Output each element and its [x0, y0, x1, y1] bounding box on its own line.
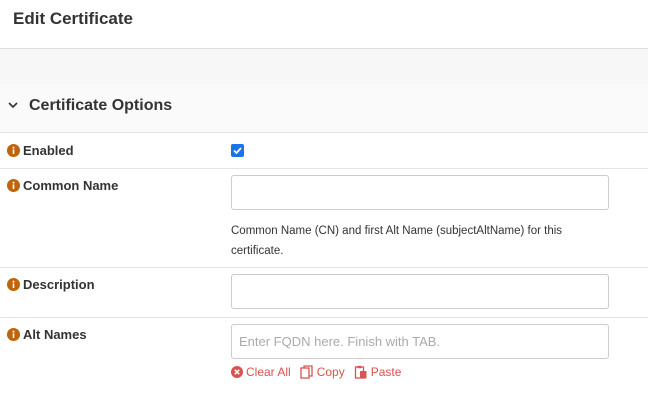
- copy-button[interactable]: Copy: [300, 365, 345, 379]
- row-description: Description: [0, 268, 648, 318]
- info-icon[interactable]: [7, 278, 20, 291]
- row-enabled: Enabled: [0, 133, 648, 169]
- description-input[interactable]: [231, 274, 609, 309]
- copy-icon: [300, 365, 313, 379]
- row-common-name: Common Name Common Name (CN) and first A…: [0, 169, 648, 268]
- common-name-label-group: Common Name: [7, 178, 118, 193]
- common-name-label: Common Name: [23, 178, 119, 193]
- alt-names-label-group: Alt Names: [7, 327, 87, 342]
- chevron-down-icon[interactable]: [6, 98, 20, 112]
- alt-names-actions: Clear All Copy Paste: [231, 365, 410, 379]
- paste-label: Paste: [370, 365, 402, 379]
- section-certificate-options[interactable]: Certificate Options: [0, 84, 648, 133]
- enabled-label-group: Enabled: [7, 143, 74, 158]
- paste-icon: [354, 365, 367, 379]
- enabled-label: Enabled: [23, 143, 74, 158]
- paste-button[interactable]: Paste: [354, 365, 402, 379]
- copy-label: Copy: [316, 365, 345, 379]
- common-name-help: Common Name (CN) and first Alt Name (sub…: [231, 225, 563, 257]
- enabled-checkbox[interactable]: [231, 144, 244, 157]
- section-title: Certificate Options: [29, 97, 173, 114]
- alt-names-input[interactable]: [231, 324, 609, 359]
- clear-icon: [231, 366, 243, 378]
- spacer-band: [0, 49, 648, 84]
- common-name-input[interactable]: [231, 175, 609, 210]
- clear-all-label: Clear All: [246, 365, 291, 379]
- row-alt-names: Alt Names Clear All Copy Paste: [0, 318, 648, 393]
- info-icon[interactable]: [7, 328, 20, 341]
- info-icon[interactable]: [7, 179, 20, 192]
- page-title: Edit Certificate: [13, 9, 133, 28]
- checkmark-icon: [233, 147, 242, 155]
- description-label: Description: [23, 277, 95, 292]
- info-icon[interactable]: [7, 144, 20, 157]
- alt-names-label: Alt Names: [23, 327, 87, 342]
- dialog-header: Edit Certificate: [0, 0, 648, 49]
- description-label-group: Description: [7, 277, 95, 292]
- clear-all-button[interactable]: Clear All: [231, 365, 291, 379]
